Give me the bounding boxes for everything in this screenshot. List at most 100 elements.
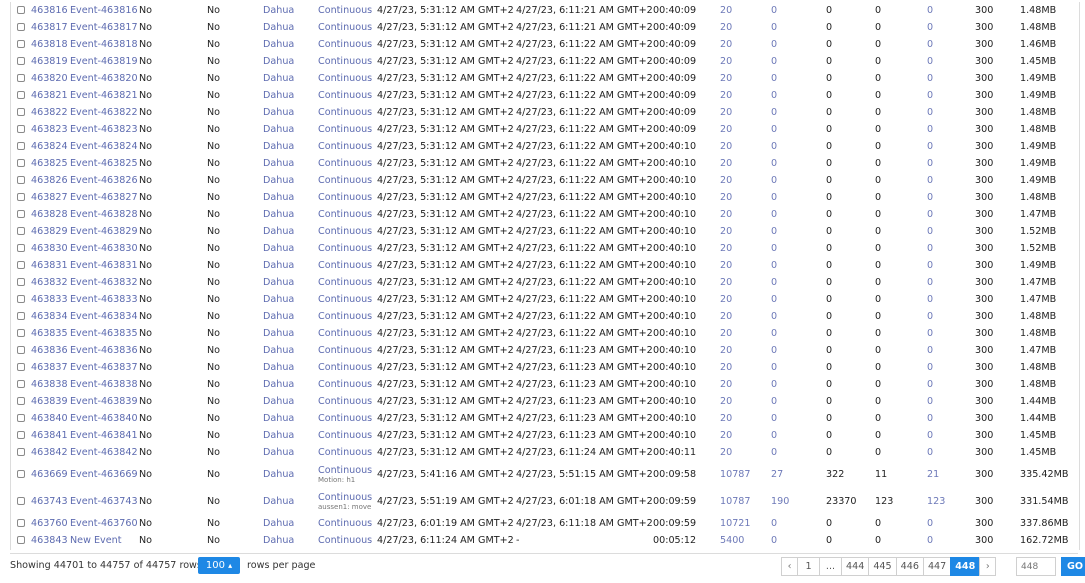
event-name-link[interactable]: Event-463818 — [70, 39, 138, 50]
row-checkbox[interactable] — [17, 108, 25, 116]
rows-per-page-dropdown[interactable]: 100 ▴ — [198, 557, 240, 574]
table-row[interactable]: 463819 Event-463819 No No Dahua Continuous 4/2… — [11, 53, 1079, 70]
event-name-link[interactable]: Event-463832 — [70, 277, 138, 288]
event-id-link[interactable]: 463829 — [31, 226, 68, 237]
row-checkbox[interactable] — [17, 295, 25, 303]
row-checkbox[interactable] — [17, 6, 25, 14]
event-name-link[interactable]: Event-463830 — [70, 243, 138, 254]
table-row[interactable]: 463833 Event-463833 No No Dahua Continuous 4/2… — [11, 291, 1079, 308]
event-name-link[interactable]: Event-463834 — [70, 311, 138, 322]
event-name-link[interactable]: Event-463837 — [70, 362, 138, 373]
table-row[interactable]: 463832 Event-463832 No No Dahua Continuous 4/2… — [11, 274, 1079, 291]
table-row[interactable]: 463669 Event-463669 No No Dahua Continuous Mot… — [11, 461, 1079, 488]
table-row[interactable]: 463830 Event-463830 No No Dahua Continuous 4/2… — [11, 240, 1079, 257]
table-row[interactable]: 463837 Event-463837 No No Dahua Continuous 4/2… — [11, 359, 1079, 376]
event-id-link[interactable]: 463827 — [31, 192, 68, 203]
table-row[interactable]: 463820 Event-463820 No No Dahua Continuous 4/2… — [11, 70, 1079, 87]
row-checkbox[interactable] — [17, 74, 25, 82]
event-id-link[interactable]: 463825 — [31, 158, 68, 169]
table-row[interactable]: 463822 Event-463822 No No Dahua Continuous 4/2… — [11, 104, 1079, 121]
table-row[interactable]: 463835 Event-463835 No No Dahua Continuous 4/2… — [11, 325, 1079, 342]
event-id-link[interactable]: 463816 — [31, 5, 68, 16]
event-name-link[interactable]: Event-463820 — [70, 73, 138, 84]
row-checkbox[interactable] — [17, 57, 25, 65]
event-id-link[interactable]: 463823 — [31, 124, 68, 135]
table-row[interactable]: 463743 Event-463743 No No Dahua Continuous aus… — [11, 488, 1079, 515]
event-id-link[interactable]: 463833 — [31, 294, 68, 305]
event-name-link[interactable]: Event-463760 — [70, 518, 138, 529]
event-name-link[interactable]: Event-463821 — [70, 90, 138, 101]
event-id-link[interactable]: 463838 — [31, 379, 68, 390]
row-checkbox[interactable] — [17, 210, 25, 218]
event-name-link[interactable]: Event-463828 — [70, 209, 138, 220]
prev-page-button[interactable]: ‹ — [781, 557, 798, 576]
event-id-link[interactable]: 463836 — [31, 345, 68, 356]
event-id-link[interactable]: 463832 — [31, 277, 68, 288]
row-checkbox[interactable] — [17, 380, 25, 388]
event-name-link[interactable]: Event-463842 — [70, 447, 138, 458]
event-id-link[interactable]: 463760 — [31, 518, 68, 529]
table-row[interactable]: 463838 Event-463838 No No Dahua Continuous 4/2… — [11, 376, 1079, 393]
event-name-link[interactable]: Event-463826 — [70, 175, 138, 186]
event-id-link[interactable]: 463822 — [31, 107, 68, 118]
event-name-link[interactable]: Event-463817 — [70, 22, 138, 33]
event-id-link[interactable]: 463843 — [31, 535, 68, 546]
event-name-link[interactable]: Event-463824 — [70, 141, 138, 152]
event-id-link[interactable]: 463669 — [31, 469, 68, 480]
table-row[interactable]: 463841 Event-463841 No No Dahua Continuous 4/2… — [11, 427, 1079, 444]
table-row[interactable]: 463834 Event-463834 No No Dahua Continuous 4/2… — [11, 308, 1079, 325]
table-row[interactable]: 463840 Event-463840 No No Dahua Continuous 4/2… — [11, 410, 1079, 427]
event-name-link[interactable]: Event-463823 — [70, 124, 138, 135]
event-id-link[interactable]: 463824 — [31, 141, 68, 152]
event-name-link[interactable]: Event-463822 — [70, 107, 138, 118]
event-name-link[interactable]: Event-463669 — [70, 469, 138, 480]
table-row[interactable]: 463826 Event-463826 No No Dahua Continuous 4/2… — [11, 172, 1079, 189]
table-row[interactable]: 463843 New Event No No Dahua Continuous 4/27/2… — [11, 532, 1079, 549]
page-button-448[interactable]: 448 — [950, 557, 981, 576]
table-row[interactable]: 463831 Event-463831 No No Dahua Continuous 4/2… — [11, 257, 1079, 274]
event-name-link[interactable]: Event-463839 — [70, 396, 138, 407]
event-name-link[interactable]: Event-463836 — [70, 345, 138, 356]
event-name-link[interactable]: Event-463838 — [70, 379, 138, 390]
event-name-link[interactable]: Event-463743 — [70, 496, 138, 507]
row-checkbox[interactable] — [17, 193, 25, 201]
goto-page-input[interactable] — [1016, 557, 1056, 576]
event-id-link[interactable]: 463842 — [31, 447, 68, 458]
table-row[interactable]: 463839 Event-463839 No No Dahua Continuous 4/2… — [11, 393, 1079, 410]
event-id-link[interactable]: 463831 — [31, 260, 68, 271]
event-name-link[interactable]: Event-463841 — [70, 430, 138, 441]
table-row[interactable]: 463836 Event-463836 No No Dahua Continuous 4/2… — [11, 342, 1079, 359]
event-name-link[interactable]: Event-463816 — [70, 5, 138, 16]
table-row[interactable]: 463827 Event-463827 No No Dahua Continuous 4/2… — [11, 189, 1079, 206]
table-row[interactable]: 463828 Event-463828 No No Dahua Continuous 4/2… — [11, 206, 1079, 223]
page-button-446[interactable]: 446 — [895, 557, 924, 576]
event-name-link[interactable]: Event-463833 — [70, 294, 138, 305]
event-id-link[interactable]: 463834 — [31, 311, 68, 322]
row-checkbox[interactable] — [17, 431, 25, 439]
table-row[interactable]: 463818 Event-463818 No No Dahua Continuous 4/2… — [11, 36, 1079, 53]
event-id-link[interactable]: 463830 — [31, 243, 68, 254]
row-checkbox[interactable] — [17, 159, 25, 167]
event-name-link[interactable]: New Event — [70, 535, 121, 546]
event-name-link[interactable]: Event-463831 — [70, 260, 138, 271]
page-button-444[interactable]: 444 — [841, 557, 870, 576]
page-button-445[interactable]: 445 — [868, 557, 897, 576]
event-name-link[interactable]: Event-463825 — [70, 158, 138, 169]
table-row[interactable]: 463842 Event-463842 No No Dahua Continuous 4/2… — [11, 444, 1079, 461]
table-row[interactable]: 463816 Event-463816 No No Dahua Continuous 4/2… — [11, 2, 1079, 19]
row-checkbox[interactable] — [17, 470, 25, 478]
table-row[interactable]: 463824 Event-463824 No No Dahua Continuous 4/2… — [11, 138, 1079, 155]
row-checkbox[interactable] — [17, 519, 25, 527]
row-checkbox[interactable] — [17, 244, 25, 252]
event-id-link[interactable]: 463818 — [31, 39, 68, 50]
row-checkbox[interactable] — [17, 397, 25, 405]
event-id-link[interactable]: 463743 — [31, 496, 68, 507]
table-row[interactable]: 463825 Event-463825 No No Dahua Continuous 4/2… — [11, 155, 1079, 172]
table-row[interactable]: 463821 Event-463821 No No Dahua Continuous 4/2… — [11, 87, 1079, 104]
event-name-link[interactable]: Event-463827 — [70, 192, 138, 203]
event-id-link[interactable]: 463826 — [31, 175, 68, 186]
row-checkbox[interactable] — [17, 329, 25, 337]
table-row[interactable]: 463829 Event-463829 No No Dahua Continuous 4/2… — [11, 223, 1079, 240]
event-name-link[interactable]: Event-463840 — [70, 413, 138, 424]
page-button-1[interactable]: 1 — [797, 557, 820, 576]
